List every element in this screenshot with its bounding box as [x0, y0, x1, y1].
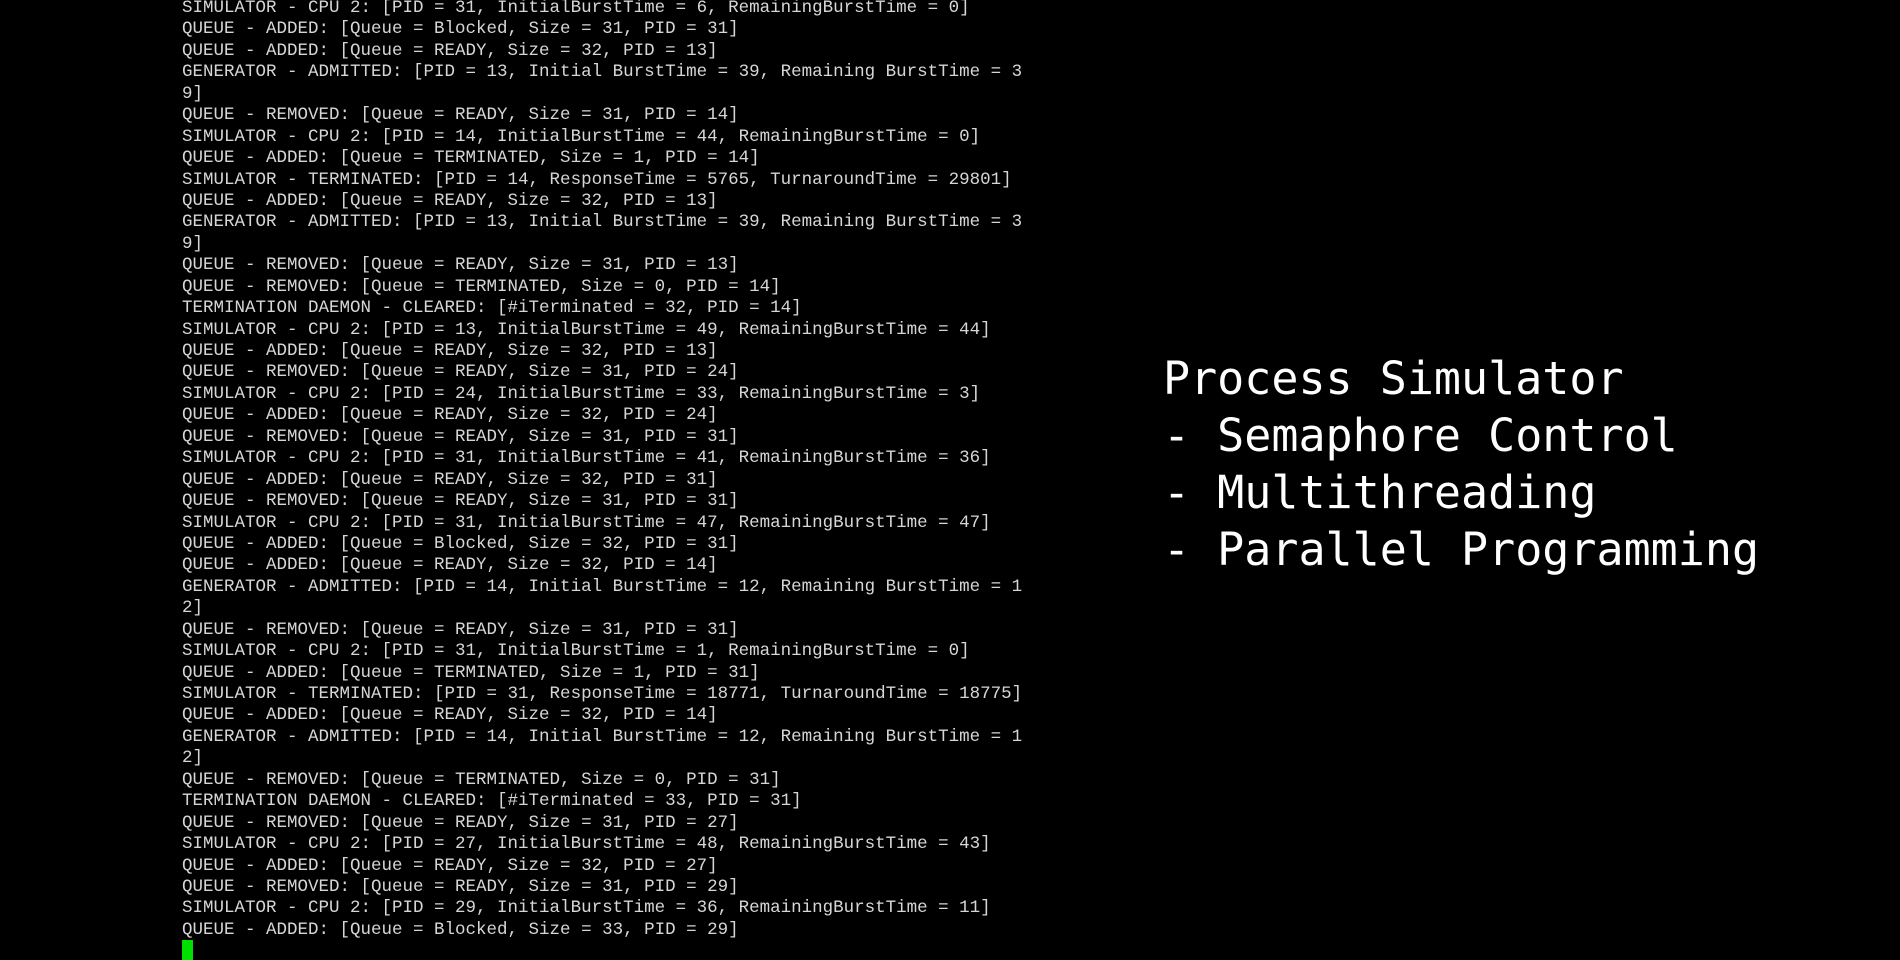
terminal-log-line: QUEUE - ADDED: [Queue = TERMINATED, Size…: [182, 662, 760, 683]
terminal-log-line: QUEUE - ADDED: [Queue = READY, Size = 32…: [182, 555, 718, 576]
terminal-log-line: QUEUE - REMOVED: [Queue = READY, Size = …: [182, 426, 739, 447]
terminal-log-line: SIMULATOR - CPU 2: [PID = 29, InitialBur…: [182, 898, 991, 919]
terminal-output[interactable]: SIMULATOR - CPU 2: [PID = 31, InitialBur…: [182, 0, 1062, 960]
terminal-log-line: 9]: [182, 83, 204, 104]
terminal-log-line: TERMINATION DAEMON - CLEARED: [#iTermina…: [182, 791, 802, 812]
terminal-log-line: QUEUE - REMOVED: [Queue = TERMINATED, Si…: [182, 276, 781, 297]
terminal-log-line: QUEUE - REMOVED: [Queue = READY, Size = …: [182, 491, 739, 512]
terminal-log-line: SIMULATOR - CPU 2: [PID = 31, InitialBur…: [182, 448, 991, 469]
terminal-log-line: QUEUE - REMOVED: [Queue = READY, Size = …: [182, 876, 739, 897]
terminal-log-line: QUEUE - ADDED: [Queue = Blocked, Size = …: [182, 533, 739, 554]
caption-bullet: - Semaphore Control: [1163, 409, 1678, 462]
terminal-log-line: QUEUE - REMOVED: [Queue = READY, Size = …: [182, 812, 739, 833]
terminal-log-line: 2]: [182, 598, 204, 619]
caption-overlay: Process Simulator - Semaphore Control - Mu…: [1163, 350, 1759, 578]
terminal-log-line: QUEUE - REMOVED: [Queue = READY, Size = …: [182, 619, 739, 640]
terminal-log-line: QUEUE - ADDED: [Queue = READY, Size = 32…: [182, 405, 718, 426]
terminal-log-line: QUEUE - ADDED: [Queue = READY, Size = 32…: [182, 190, 718, 211]
terminal-log-line: SIMULATOR - CPU 2: [PID = 13, InitialBur…: [182, 319, 991, 340]
terminal-log-line: 9]: [182, 233, 204, 254]
terminal-log-line: GENERATOR - ADMITTED: [PID = 14, Initial…: [182, 726, 1023, 747]
terminal-log-line: SIMULATOR - CPU 2: [PID = 27, InitialBur…: [182, 834, 991, 855]
terminal-prompt-line[interactable]: [182, 939, 1062, 960]
terminal-log-line: 2]: [182, 748, 204, 769]
terminal-log-line: QUEUE - ADDED: [Queue = READY, Size = 32…: [182, 469, 718, 490]
terminal-log-line: QUEUE - REMOVED: [Queue = READY, Size = …: [182, 362, 739, 383]
terminal-log-line: GENERATOR - ADMITTED: [PID = 13, Initial…: [182, 62, 1023, 83]
terminal-log-line: QUEUE - REMOVED: [Queue = READY, Size = …: [182, 255, 739, 276]
terminal-log-line: QUEUE - ADDED: [Queue = READY, Size = 32…: [182, 705, 718, 726]
terminal-log-line: QUEUE - ADDED: [Queue = TERMINATED, Size…: [182, 148, 760, 169]
terminal-log-line: QUEUE - ADDED: [Queue = READY, Size = 32…: [182, 855, 718, 876]
terminal-log-line: GENERATOR - ADMITTED: [PID = 13, Initial…: [182, 212, 1023, 233]
terminal-log-line: TERMINATION DAEMON - CLEARED: [#iTermina…: [182, 298, 802, 319]
terminal-log-line: QUEUE - ADDED: [Queue = Blocked, Size = …: [182, 919, 739, 940]
terminal-log-line: QUEUE - ADDED: [Queue = READY, Size = 32…: [182, 341, 718, 361]
terminal-log-line: QUEUE - ADDED: [Queue = Blocked, Size = …: [182, 19, 739, 40]
terminal-log-line: SIMULATOR - TERMINATED: [PID = 31, Respo…: [182, 684, 1023, 704]
terminal-log-line: SIMULATOR - CPU 2: [PID = 14, InitialBur…: [182, 126, 981, 147]
terminal-log: SIMULATOR - CPU 2: [PID = 31, InitialBur…: [182, 0, 1062, 941]
terminal-log-line: QUEUE - REMOVED: [Queue = TERMINATED, Si…: [182, 769, 781, 790]
caption-bullet: - Parallel Programming: [1163, 523, 1760, 576]
caption-bullet: - Multithreading: [1163, 466, 1597, 519]
terminal-cursor: [182, 940, 193, 960]
terminal-log-line: QUEUE - ADDED: [Queue = READY, Size = 32…: [182, 40, 718, 61]
terminal-log-line: SIMULATOR - CPU 2: [PID = 31, InitialBur…: [182, 641, 970, 662]
terminal-log-line: SIMULATOR - CPU 2: [PID = 24, InitialBur…: [182, 383, 981, 404]
caption-title: Process Simulator: [1163, 352, 1624, 405]
terminal-log-line: GENERATOR - ADMITTED: [PID = 14, Initial…: [182, 576, 1023, 597]
terminal-log-line: SIMULATOR - CPU 2: [PID = 31, InitialBur…: [182, 0, 970, 18]
caption-text: Process Simulator - Semaphore Control - Mu…: [1163, 350, 1759, 578]
terminal-log-line: SIMULATOR - TERMINATED: [PID = 14, Respo…: [182, 169, 1012, 190]
terminal-log-line: SIMULATOR - CPU 2: [PID = 31, InitialBur…: [182, 512, 991, 533]
terminal-log-line: QUEUE - REMOVED: [Queue = READY, Size = …: [182, 105, 739, 126]
